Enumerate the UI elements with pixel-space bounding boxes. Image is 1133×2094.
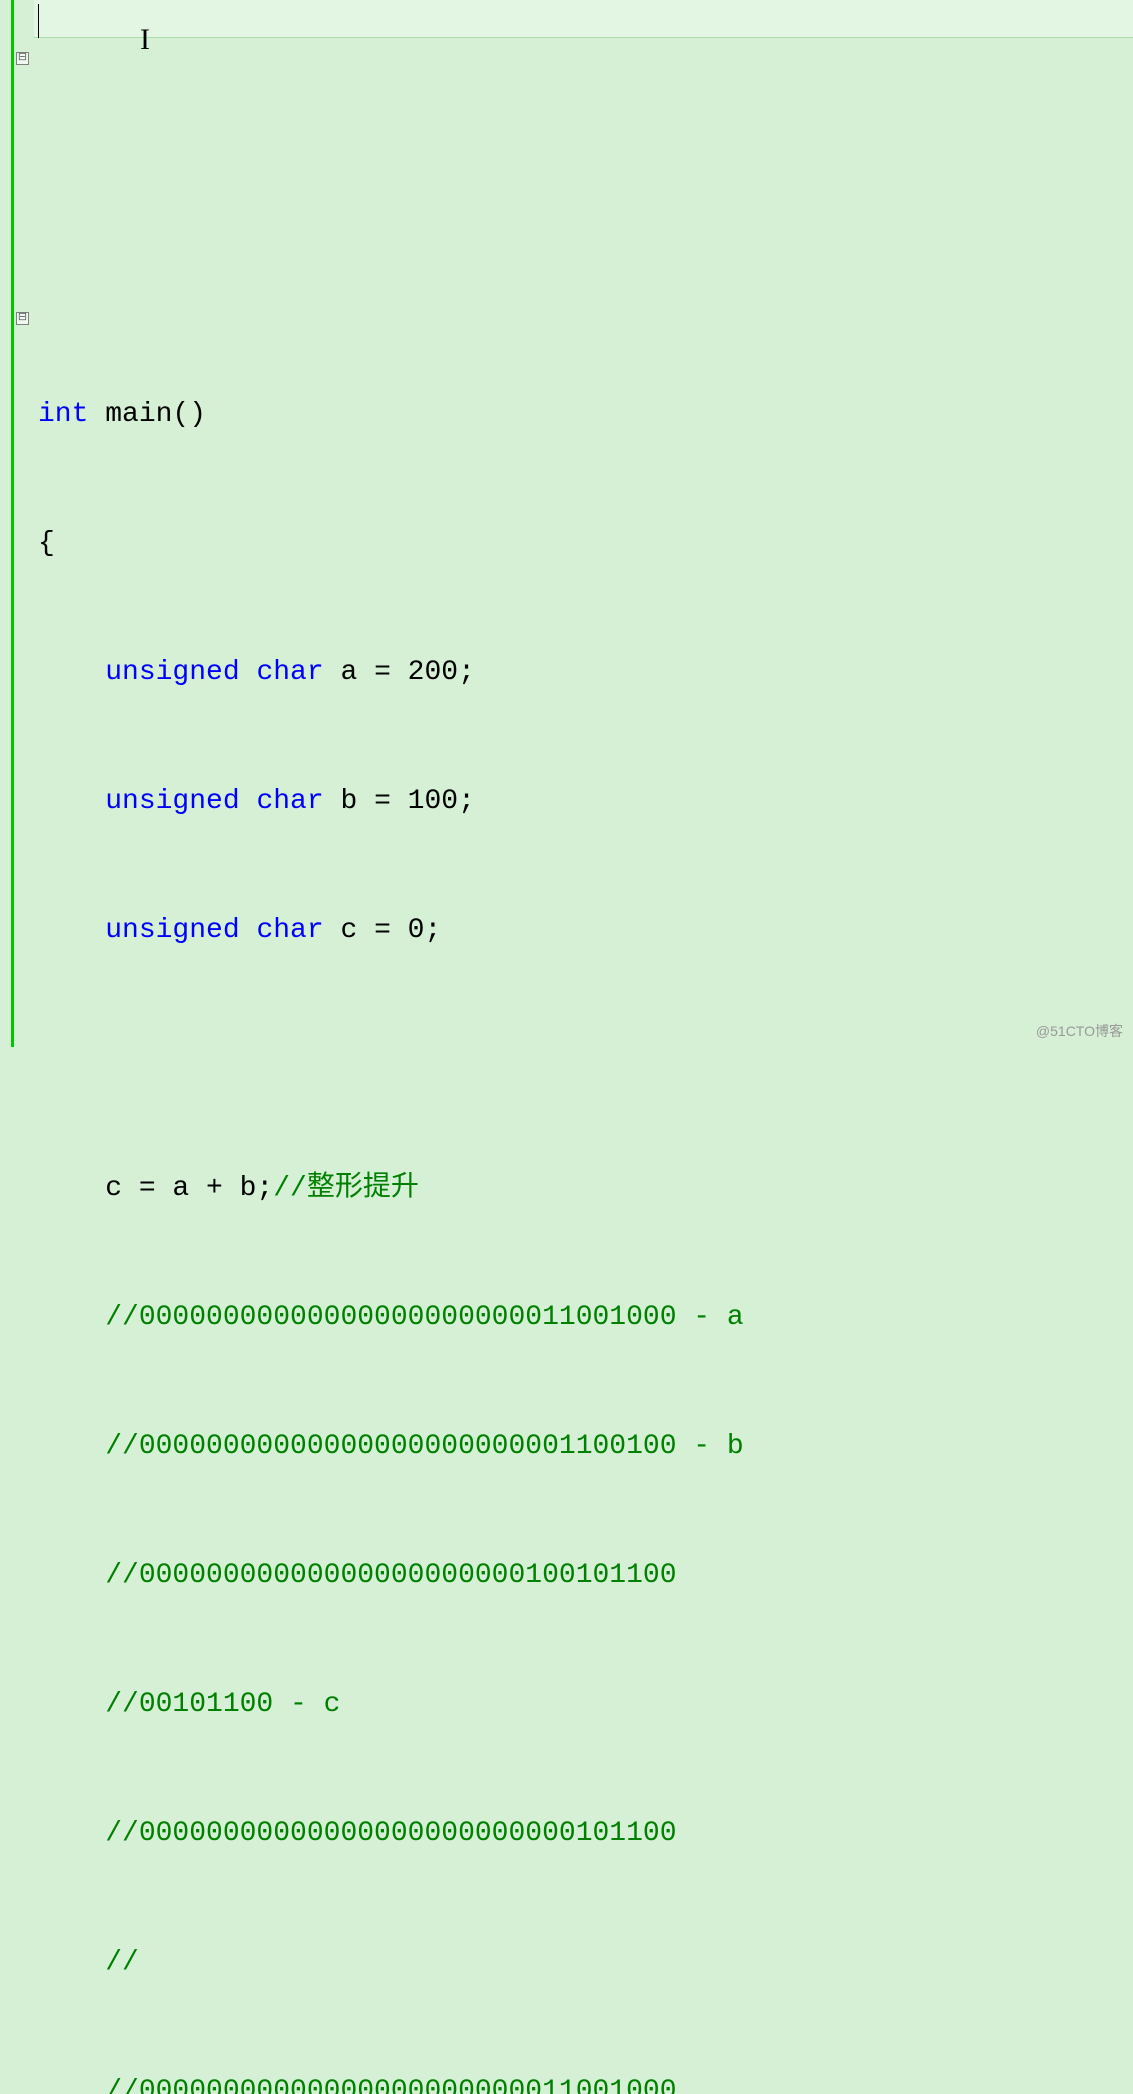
watermark-text: @51CTO博客	[1036, 1021, 1123, 1041]
code-line: //00000000000000000000000001100100 - b	[34, 1425, 1133, 1468]
code-line	[34, 1038, 1133, 1081]
code-line: //00000000000000000000000100101100	[34, 1554, 1133, 1597]
code-line: unsigned char a = 200;	[34, 651, 1133, 694]
code-line: //00000000000000000000000011001000 - a	[34, 1296, 1133, 1339]
code-line: unsigned char c = 0;	[34, 909, 1133, 952]
code-line: int main()	[34, 393, 1133, 436]
fold-column: ⊟ ⊟	[14, 0, 34, 1047]
code-content[interactable]: I int main() { unsigned char a = 200; un…	[34, 0, 1133, 1047]
margin-gutter	[0, 0, 14, 1047]
current-line-highlight	[34, 0, 1133, 38]
fold-icon[interactable]: ⊟	[16, 52, 29, 65]
code-line: //	[34, 1941, 1133, 1984]
fold-icon[interactable]: ⊟	[16, 312, 29, 325]
code-line: {	[34, 522, 1133, 565]
text-caret	[38, 4, 39, 38]
code-line: //00101100 - c	[34, 1683, 1133, 1726]
code-line: //00000000000000000000000011001000	[34, 2070, 1133, 2094]
code-line: c = a + b;//整形提升	[34, 1167, 1133, 1210]
code-line	[34, 264, 1133, 307]
code-editor[interactable]: ⊟ ⊟ I int main() { unsigned char a = 200…	[0, 0, 1133, 1047]
code-line: unsigned char b = 100;	[34, 780, 1133, 823]
code-line: //00000000000000000000000000101100	[34, 1812, 1133, 1855]
